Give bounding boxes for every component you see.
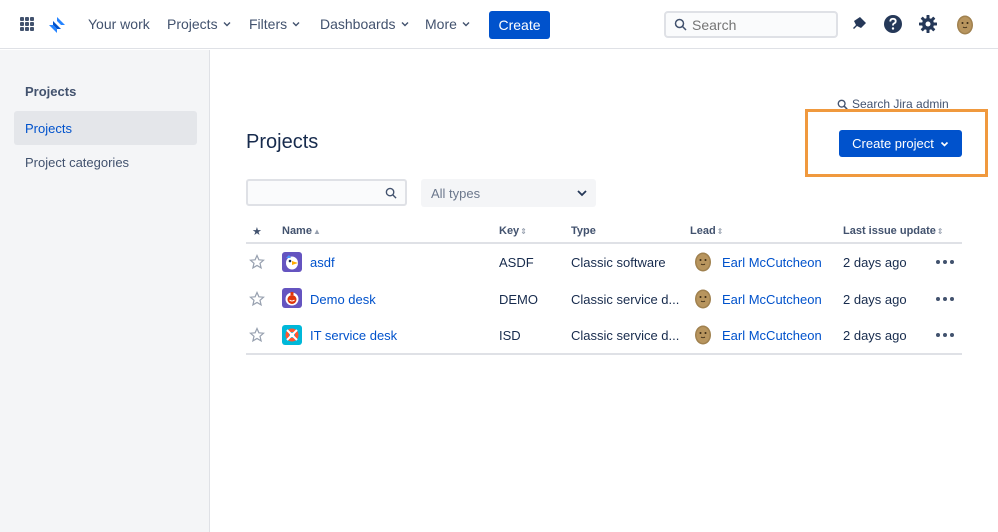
column-header-key[interactable]: Key⇕ (499, 225, 527, 237)
nav-dashboards[interactable]: Dashboards (320, 16, 409, 32)
last-issue-update: 2 days ago (843, 255, 907, 270)
type-select-value: All types (431, 185, 481, 201)
project-lead-link[interactable]: Earl McCutcheon (722, 255, 822, 270)
column-header-label: Type (571, 225, 596, 237)
notifications-icon[interactable] (849, 14, 869, 34)
column-header-type: Type (571, 225, 596, 237)
nav-more[interactable]: More (425, 16, 470, 32)
create-project-label: Create project (852, 136, 934, 151)
settings-icon[interactable] (918, 14, 938, 34)
global-search[interactable] (664, 11, 838, 38)
column-header-label: Last issue update (843, 225, 936, 237)
jira-logo-icon[interactable] (47, 15, 67, 35)
sort-icon: ⇕ (716, 227, 724, 236)
chevron-down-icon (577, 190, 587, 197)
project-type: Classic service d... (571, 328, 680, 343)
chevron-down-icon (940, 141, 948, 147)
nav-label: Projects (167, 16, 218, 32)
project-key: ASDF (499, 255, 534, 270)
nav-your-work[interactable]: Your work (88, 16, 150, 32)
more-actions-icon[interactable] (936, 333, 956, 339)
project-name-link[interactable]: Demo desk (310, 292, 376, 307)
star-icon[interactable] (249, 254, 265, 270)
column-header-star: ★ (252, 226, 262, 238)
avatar[interactable] (955, 13, 975, 35)
sort-icon: ⇕ (520, 227, 527, 236)
column-header-label: Name (282, 225, 312, 237)
column-header-last-update[interactable]: Last issue update⇕ (843, 225, 944, 237)
project-lead-link[interactable]: Earl McCutcheon (722, 328, 822, 343)
star-icon[interactable] (249, 291, 265, 307)
project-type-select[interactable]: All types (421, 179, 596, 207)
create-project-button[interactable]: Create project (839, 130, 962, 157)
sidebar-item-label: Project categories (25, 154, 130, 170)
project-filter-input[interactable] (246, 179, 407, 206)
sidebar-item-project-categories[interactable]: Project categories (14, 145, 197, 179)
help-icon[interactable] (883, 14, 903, 34)
column-header-label: Key (499, 225, 520, 237)
sort-icon: ⇕ (936, 227, 944, 236)
search-icon (674, 18, 687, 31)
project-name-link[interactable]: asdf (310, 255, 335, 270)
chevron-down-icon (401, 22, 408, 27)
top-navigation: Your work Projects Filters Dashboards Mo… (0, 0, 998, 49)
column-header-lead[interactable]: Lead⇕ (690, 225, 723, 237)
sort-ascending-icon: ▲ (312, 227, 321, 236)
chevron-down-icon (292, 22, 300, 27)
column-header-label: Lead (690, 225, 716, 237)
nav-projects[interactable]: Projects (167, 16, 231, 32)
avatar (695, 325, 711, 345)
create-button[interactable]: Create (489, 11, 550, 39)
project-key: ISD (499, 328, 521, 343)
project-type: Classic service d... (571, 292, 680, 307)
asdf-project-icon (282, 252, 302, 272)
nav-filters[interactable]: Filters (249, 16, 300, 32)
nav-label: Dashboards (320, 16, 396, 32)
more-actions-icon[interactable] (936, 260, 956, 266)
sidebar-item-label: Projects (25, 120, 72, 136)
project-lead-link[interactable]: Earl McCutcheon (722, 292, 822, 307)
last-issue-update: 2 days ago (843, 292, 907, 307)
sidebar: Projects Projects Project categories (0, 50, 210, 532)
search-input[interactable] (692, 15, 832, 35)
avatar (695, 289, 711, 309)
chevron-down-icon (223, 22, 231, 27)
project-type: Classic software (571, 255, 666, 270)
chevron-down-icon (462, 22, 470, 27)
sidebar-item-projects[interactable]: Projects (14, 111, 197, 145)
app-switcher-icon[interactable] (20, 17, 34, 31)
last-issue-update: 2 days ago (843, 328, 907, 343)
column-header-name[interactable]: Name▲ (282, 225, 321, 237)
search-icon (385, 187, 397, 199)
demo-desk-project-icon (282, 288, 302, 308)
project-name-link[interactable]: IT service desk (310, 328, 397, 343)
project-key: DEMO (499, 292, 538, 307)
nav-label: Filters (249, 16, 288, 32)
more-actions-icon[interactable] (936, 297, 956, 303)
table-bottom-divider (246, 353, 962, 355)
sidebar-heading: Projects (25, 84, 77, 99)
it-service-desk-project-icon (282, 325, 302, 345)
nav-label: Your work (88, 16, 150, 32)
page-title: Projects (246, 131, 319, 153)
nav-label: More (425, 16, 457, 32)
search-icon (837, 99, 848, 110)
table-header-divider (246, 242, 962, 244)
avatar (695, 252, 711, 272)
star-icon[interactable] (249, 327, 265, 343)
